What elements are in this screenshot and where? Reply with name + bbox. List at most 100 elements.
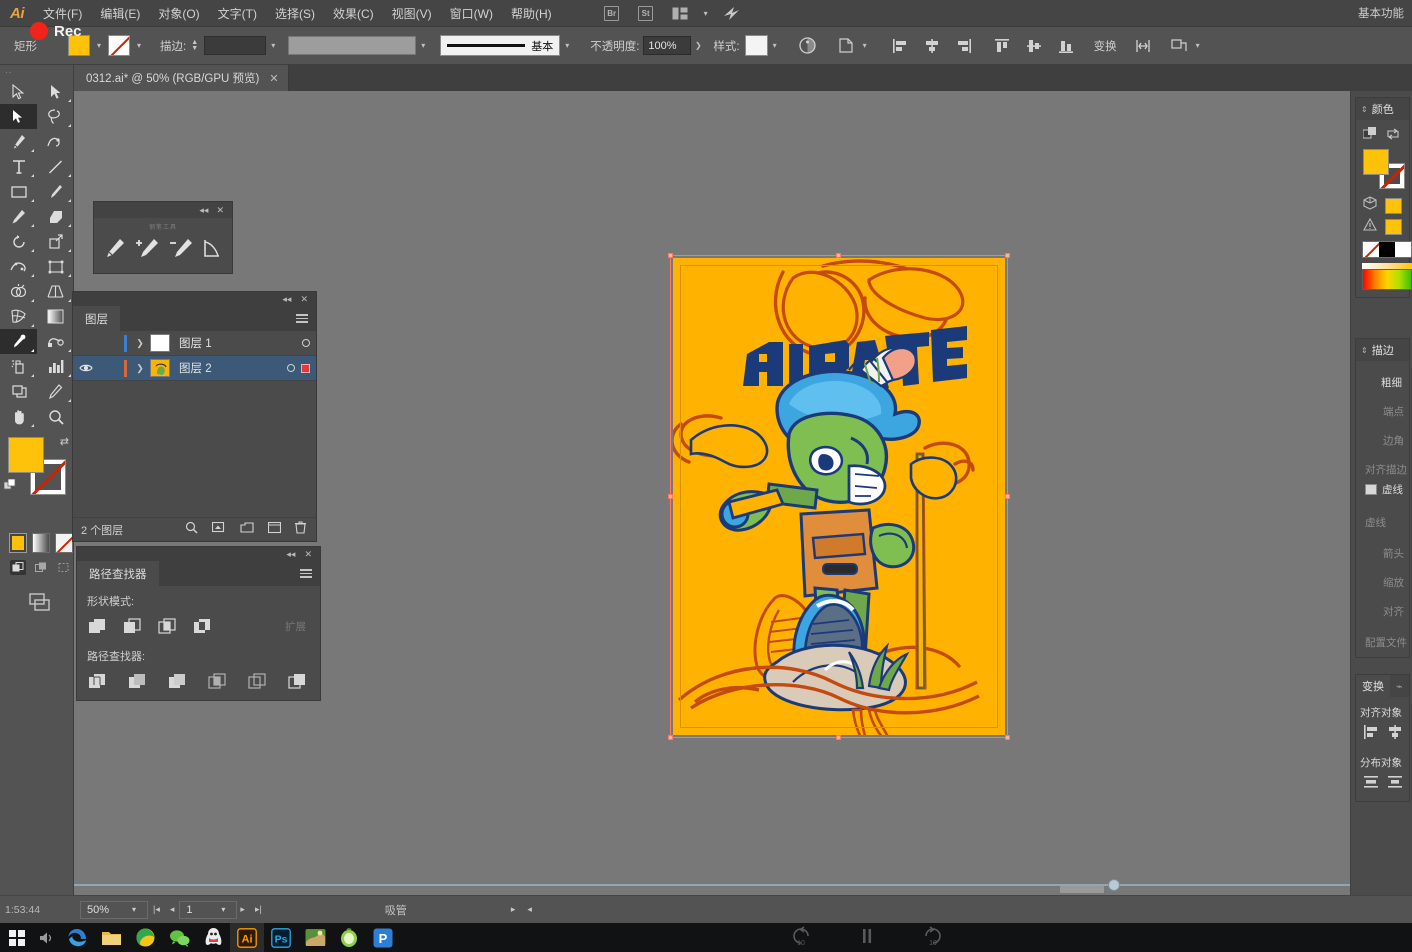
column-graph-tool[interactable] (37, 354, 74, 379)
width-tool[interactable] (0, 254, 37, 279)
minus-front-button[interactable] (122, 617, 143, 636)
handle-bl[interactable] (668, 735, 673, 740)
menu-help[interactable]: 帮助(H) (502, 1, 561, 26)
profile-chevron-down-icon[interactable]: ▾ (416, 41, 430, 50)
wechat-icon[interactable] (162, 923, 196, 952)
rotate-tool[interactable] (0, 229, 37, 254)
bridge-icon[interactable]: Br (599, 3, 625, 23)
brush-chevron-down-icon[interactable]: ▾ (560, 41, 574, 50)
handle-bc[interactable] (836, 735, 841, 740)
gradient-tool[interactable] (37, 304, 74, 329)
divide-button[interactable] (87, 672, 108, 691)
align-left-icon[interactable] (888, 34, 912, 58)
color-spectrum-ramp[interactable] (1362, 269, 1412, 290)
style-chevron-down-icon[interactable]: ▾ (768, 41, 782, 50)
docsetup-chevron-down-icon[interactable]: ▾ (858, 41, 872, 50)
collapse-icon[interactable]: ◂◂ (282, 294, 291, 305)
menu-select[interactable]: 选择(S) (266, 1, 324, 26)
start-button[interactable] (0, 923, 34, 952)
align-left-icon[interactable] (1363, 724, 1379, 745)
stroke-color-swatch[interactable] (108, 35, 130, 56)
draw-behind-button[interactable] (33, 560, 49, 575)
tab-pathfinder[interactable]: 路径查找器 (77, 561, 159, 586)
first-artboard-icon[interactable]: |◂ (148, 904, 165, 915)
stroke-chevron-down-icon[interactable]: ▾ (132, 41, 146, 50)
layer-name[interactable]: 图层 2 (170, 360, 287, 376)
curvature-tool[interactable] (37, 129, 74, 154)
visibility-toggle[interactable] (73, 363, 98, 373)
zoom-level-input[interactable]: 50% (80, 901, 148, 919)
create-layer-icon[interactable] (268, 521, 281, 539)
app5-icon[interactable] (332, 923, 366, 952)
slice-tool[interactable] (37, 379, 74, 404)
pencil-tool[interactable] (0, 204, 37, 229)
paintbrush-tool[interactable] (37, 179, 74, 204)
screen-mode-button[interactable] (0, 591, 73, 613)
opacity-input[interactable]: 100% (643, 36, 691, 55)
line-segment-tool[interactable] (37, 154, 74, 179)
transform-label[interactable]: 变换 (1094, 38, 1117, 54)
align-bottom-icon[interactable] (1054, 34, 1078, 58)
align-center-horizontal-icon[interactable] (1387, 724, 1403, 745)
brush-definition-select[interactable]: 基本 (440, 35, 560, 56)
expand-chevron-right-icon[interactable]: ❯ (130, 338, 150, 349)
close-icon[interactable]: ✕ (304, 549, 312, 560)
dashed-line-checkbox[interactable] (1365, 484, 1377, 495)
trim-button[interactable] (127, 672, 148, 691)
hand-tool[interactable] (0, 404, 37, 429)
selection-indicator-icon[interactable] (301, 364, 310, 373)
expand-chevron-right-icon[interactable]: ❯ (130, 363, 150, 374)
eraser-tool[interactable] (37, 204, 74, 229)
draw-normal-button[interactable] (10, 560, 26, 575)
color-preview-swatch-1[interactable] (1385, 198, 1402, 214)
intersect-button[interactable] (157, 617, 178, 636)
toolbar-fill-swatch[interactable] (8, 437, 44, 473)
menu-edit[interactable]: 编辑(E) (91, 1, 149, 26)
lightning-icon[interactable] (719, 3, 745, 23)
delete-anchor-point-tool-button[interactable] (168, 237, 194, 264)
artboard-number-input[interactable]: 1 (179, 901, 237, 919)
swap-fill-stroke-icon[interactable]: ⇄ (60, 435, 69, 448)
stroke-panel-tab[interactable]: ⇕ 描边 (1356, 339, 1409, 361)
make-clipping-mask-icon[interactable] (212, 521, 226, 539)
canvas-scroll-strip[interactable] (74, 881, 1350, 895)
scroll-thumb[interactable] (1060, 886, 1104, 893)
selection-tool[interactable] (0, 79, 37, 104)
blend-tool[interactable] (37, 329, 74, 354)
panel-menu-icon[interactable] (296, 306, 316, 331)
status-prev-icon[interactable]: ◂ (527, 904, 532, 915)
zoom-chevron-down-icon[interactable]: ▾ (132, 905, 136, 914)
eyedropper-tool[interactable] (0, 329, 37, 354)
artboards-icon[interactable] (1167, 34, 1191, 58)
panel-menu-icon[interactable] (300, 561, 320, 586)
scroll-knob[interactable] (1108, 879, 1120, 891)
rectangle-tool[interactable] (0, 179, 37, 204)
handle-mr[interactable] (1005, 494, 1010, 499)
default-fill-stroke-icon[interactable] (4, 479, 17, 492)
delete-layer-icon[interactable] (295, 521, 306, 539)
scale-tool[interactable] (37, 229, 74, 254)
symbol-sprayer-tool[interactable] (0, 354, 37, 379)
color-panel-tab[interactable]: ⇕ 颜色 (1356, 98, 1409, 120)
create-sublayer-icon[interactable] (240, 521, 254, 539)
rewind-10-icon[interactable]: 10 (790, 926, 812, 949)
distribute-middle-icon[interactable] (1387, 774, 1403, 795)
last-artboard-icon[interactable]: ▸| (250, 904, 267, 915)
stroke-profile-select[interactable] (288, 36, 416, 55)
black-swatch[interactable] (1379, 242, 1395, 257)
pause-icon[interactable] (860, 927, 874, 948)
toolbar-grip[interactable]: ·· (0, 65, 73, 79)
target-indicator-icon[interactable] (287, 364, 295, 372)
pen-tool[interactable] (0, 129, 37, 154)
exclude-button[interactable] (192, 617, 213, 636)
firefox-icon[interactable] (128, 923, 162, 952)
close-icon[interactable]: ✕ (216, 205, 224, 216)
color-mode-gradient-button[interactable] (32, 533, 50, 553)
app4-icon[interactable] (298, 923, 332, 952)
menu-object[interactable]: 对象(O) (149, 1, 208, 26)
app6-icon[interactable]: P (366, 923, 400, 952)
collapse-icon[interactable]: ◂◂ (199, 205, 208, 216)
stock-icon[interactable]: St (633, 3, 659, 23)
close-icon[interactable]: ✕ (300, 294, 308, 305)
swap-fill-stroke-icon[interactable] (1386, 127, 1400, 145)
